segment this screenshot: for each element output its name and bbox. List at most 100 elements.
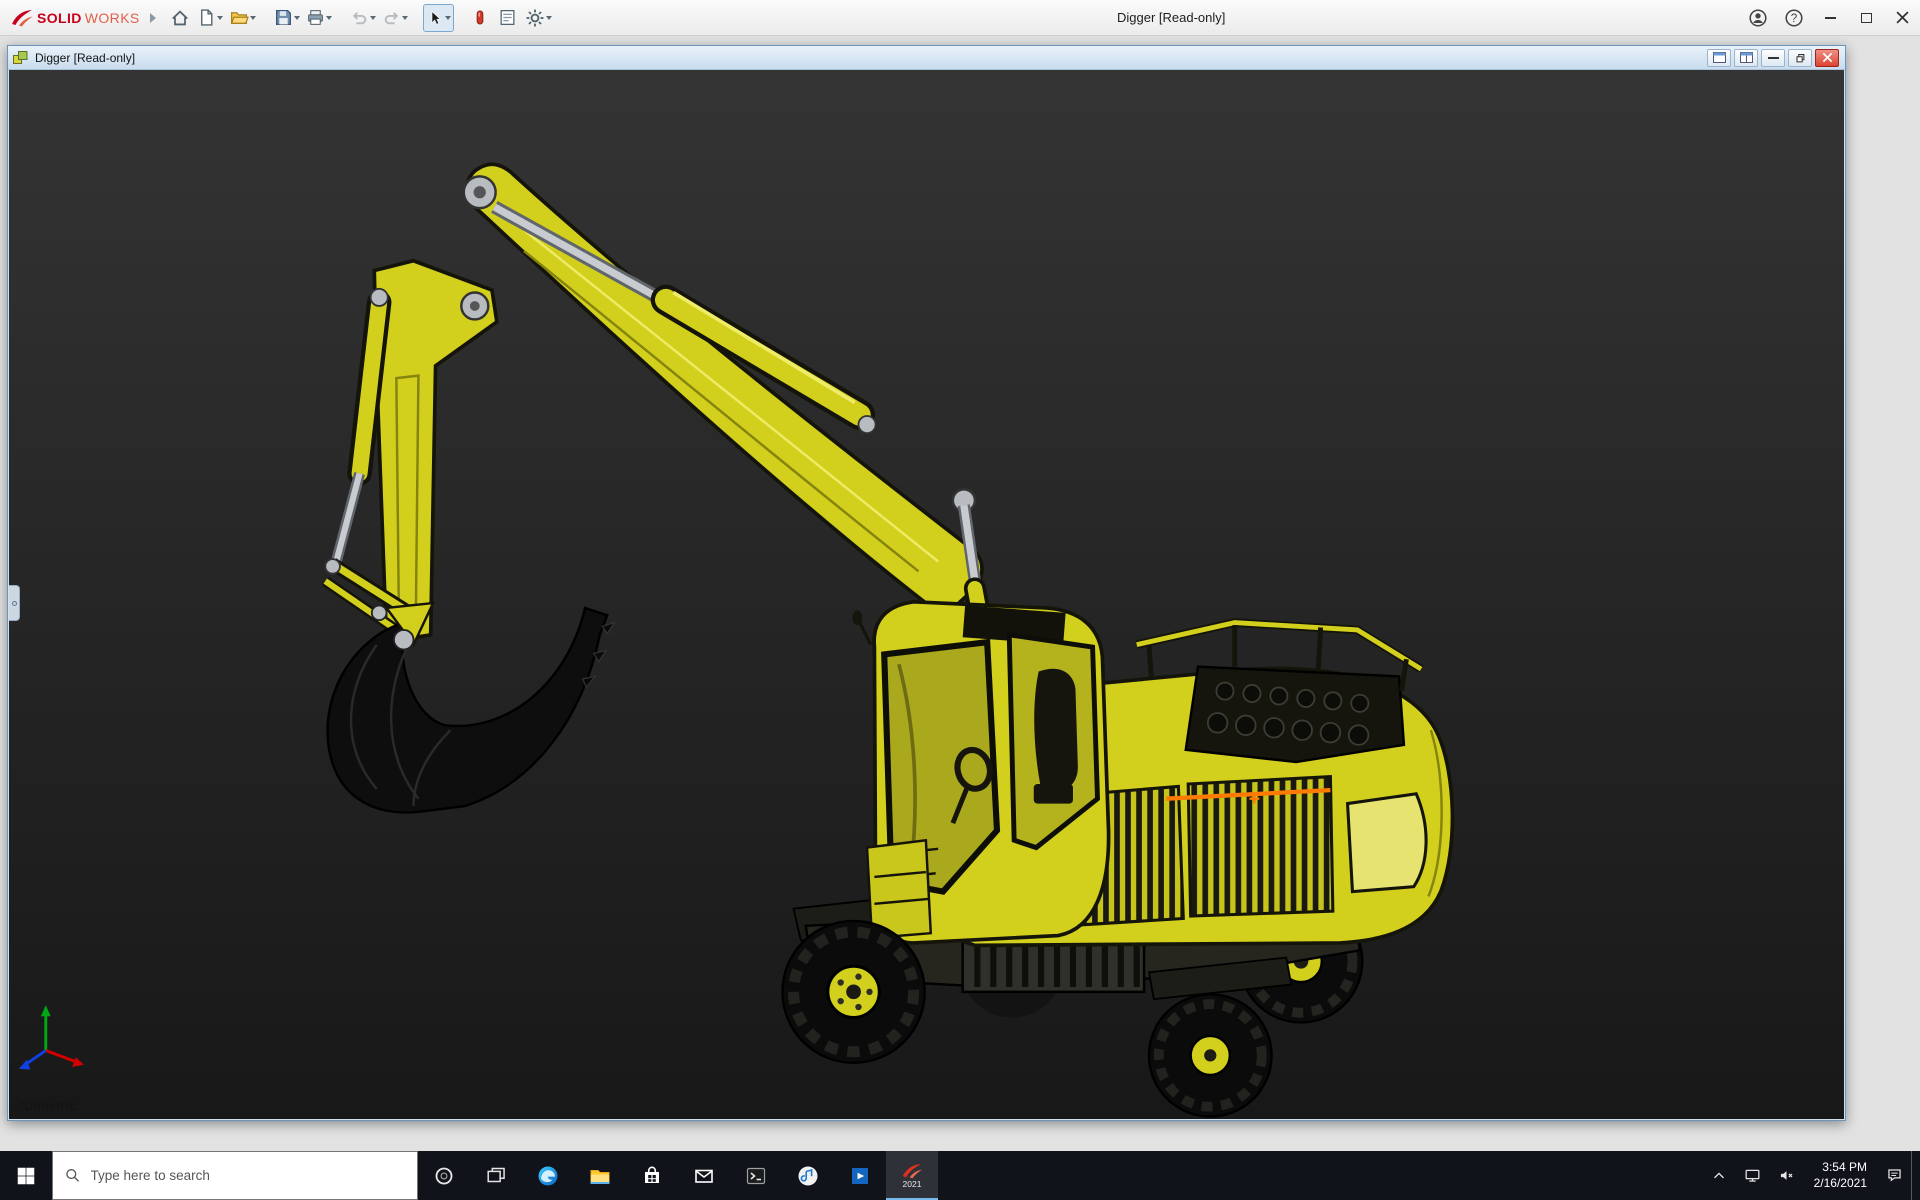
print-caret[interactable]	[326, 16, 332, 20]
maximize-icon	[1861, 13, 1872, 23]
hidden-icons-button[interactable]	[1702, 1151, 1736, 1200]
store-icon	[640, 1164, 664, 1188]
new-document-button[interactable]	[194, 4, 226, 32]
terminal-button[interactable]	[730, 1151, 782, 1200]
edge-button[interactable]	[522, 1151, 574, 1200]
document-titlebar[interactable]: Digger [Read-only]	[8, 46, 1845, 70]
file-explorer-button[interactable]	[574, 1151, 626, 1200]
new-document-icon	[197, 8, 216, 27]
solidworks-app: SOLID WORKS	[0, 0, 1920, 1200]
volume-button[interactable]	[1770, 1151, 1804, 1200]
doc-close-icon	[1822, 52, 1833, 63]
action-center-button[interactable]	[1877, 1151, 1911, 1200]
app-window-title: Digger [Read-only]	[1117, 10, 1225, 25]
excavator-model[interactable]	[9, 70, 1844, 1119]
doc-minimize-button[interactable]	[1761, 49, 1785, 67]
taskbar-search[interactable]	[52, 1151, 418, 1200]
media-player-button[interactable]	[782, 1151, 834, 1200]
menu-flyout-arrow[interactable]	[150, 13, 156, 23]
viewport-layout-button-1[interactable]	[1707, 49, 1731, 67]
view-orientation-label: *Dimetric	[19, 1099, 77, 1113]
featuremanager-collapsed-tab[interactable]	[9, 585, 20, 621]
redo-caret[interactable]	[402, 16, 408, 20]
save-caret[interactable]	[294, 16, 300, 20]
svg-text:?: ?	[1791, 12, 1798, 25]
select-tool-button[interactable]	[423, 4, 454, 32]
search-input[interactable]	[91, 1168, 406, 1183]
options-gear-icon	[525, 8, 545, 28]
doc-restore-button[interactable]	[1788, 49, 1812, 67]
document-window: Digger [Read-only]	[7, 45, 1846, 1121]
front-step[interactable]	[867, 840, 931, 938]
taskbar: 2021 3:54 PM 2/16/2021	[0, 1151, 1920, 1200]
brand-solid: SOLID	[37, 10, 82, 26]
orientation-triad[interactable]	[19, 1005, 84, 1069]
store-button[interactable]	[626, 1151, 678, 1200]
home-button[interactable]	[166, 4, 194, 32]
file-properties-button[interactable]	[494, 4, 522, 32]
maximize-button[interactable]	[1848, 0, 1884, 35]
chevron-up-icon	[1710, 1167, 1728, 1185]
print-button[interactable]	[303, 4, 335, 32]
help-button[interactable]: ?	[1776, 0, 1812, 35]
task-view-icon	[485, 1165, 507, 1187]
task-view-button[interactable]	[470, 1151, 522, 1200]
open-button[interactable]	[226, 4, 259, 32]
quick-access-toolbar	[166, 4, 565, 32]
solidworks-taskbar-button[interactable]: 2021	[886, 1151, 938, 1200]
boom-top-pin-center	[474, 186, 486, 198]
volume-muted-icon	[1777, 1166, 1796, 1185]
solidworks-logo-icon	[10, 8, 34, 28]
start-button[interactable]	[0, 1151, 52, 1200]
network-button[interactable]	[1736, 1151, 1770, 1200]
save-icon	[274, 8, 293, 27]
account-button[interactable]	[1740, 0, 1776, 35]
doc-minimize-icon	[1768, 57, 1779, 59]
minimize-button[interactable]	[1812, 0, 1848, 35]
windows-start-icon	[15, 1165, 37, 1187]
new-document-caret[interactable]	[217, 16, 223, 20]
wheel-front-left[interactable]	[782, 921, 924, 1063]
clock-time: 3:54 PM	[1822, 1160, 1867, 1176]
photos-icon	[848, 1164, 872, 1188]
photos-button[interactable]	[834, 1151, 886, 1200]
viewport-layout-button-2[interactable]	[1734, 49, 1758, 67]
wheel-front-right[interactable]	[1149, 994, 1272, 1116]
document-window-controls	[1707, 49, 1841, 67]
select-tool-caret[interactable]	[445, 16, 451, 20]
clock-date: 2/16/2021	[1814, 1176, 1867, 1192]
mail-icon	[692, 1164, 716, 1188]
redo-button[interactable]	[379, 4, 411, 32]
appearance-icon	[471, 8, 489, 27]
close-button[interactable]	[1884, 0, 1920, 35]
doc-close-button[interactable]	[1815, 49, 1839, 67]
help-icon: ?	[1784, 8, 1804, 28]
options-caret[interactable]	[546, 16, 552, 20]
network-icon	[1743, 1166, 1762, 1185]
minimize-icon	[1825, 17, 1836, 19]
undo-button[interactable]	[347, 4, 379, 32]
graphics-viewport[interactable]: *Dimetric	[9, 70, 1844, 1119]
mail-button[interactable]	[678, 1151, 730, 1200]
action-center-icon	[1885, 1166, 1904, 1185]
app-window-controls: ?	[1740, 0, 1920, 35]
appearance-button[interactable]	[466, 4, 494, 32]
workspace: Digger [Read-only]	[0, 36, 1920, 1151]
open-caret[interactable]	[250, 16, 256, 20]
undo-caret[interactable]	[370, 16, 376, 20]
brand-works: WORKS	[85, 10, 140, 26]
redo-icon	[382, 8, 401, 27]
stick-arm[interactable]	[374, 261, 497, 642]
app-titlebar[interactable]: SOLID WORKS	[0, 0, 1920, 36]
file-properties-icon	[498, 8, 517, 27]
save-button[interactable]	[271, 4, 303, 32]
solidworks-taskbar-icon	[901, 1162, 923, 1179]
bucket[interactable]	[328, 603, 615, 812]
close-icon	[1896, 11, 1909, 24]
show-desktop-button[interactable]	[1911, 1151, 1920, 1200]
cortana-icon	[433, 1165, 455, 1187]
cortana-button[interactable]	[418, 1151, 470, 1200]
options-button[interactable]	[522, 4, 555, 32]
taskbar-clock[interactable]: 3:54 PM 2/16/2021	[1804, 1151, 1877, 1200]
viewport-quad-icon	[1740, 52, 1753, 63]
